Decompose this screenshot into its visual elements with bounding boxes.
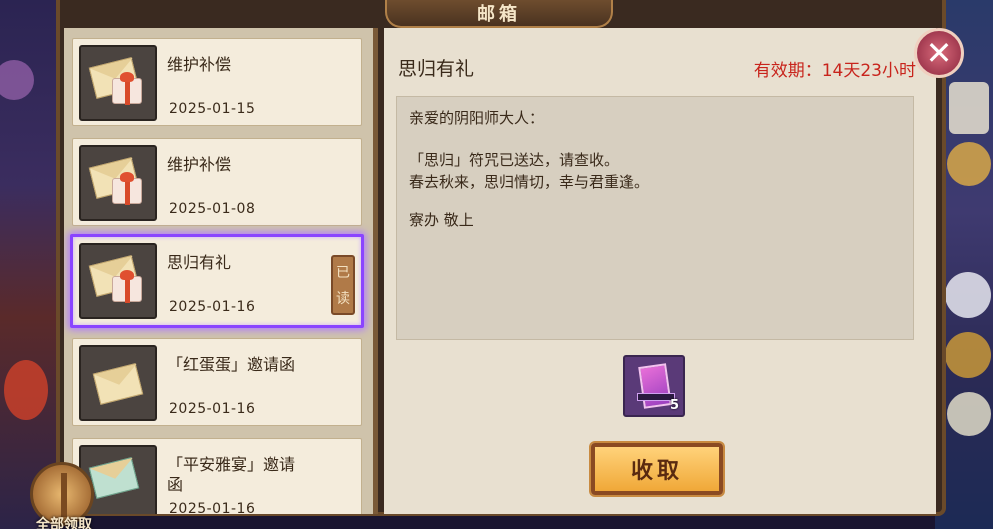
- side-medal-icon[interactable]: [947, 142, 991, 186]
- mail-detail-panel: 思归有礼 有效期：14天23小时 亲爱的阴阳师大人： 「思归」符咒已送达，请查收…: [384, 28, 936, 514]
- reward-item[interactable]: 5: [623, 355, 685, 417]
- mail-title: 维护补偿: [167, 155, 232, 174]
- read-tag: 已 读: [331, 255, 355, 315]
- message-line: 春去秋来，思归情切，幸与君重逢。: [409, 173, 650, 191]
- read-tag-char: 读: [336, 291, 350, 307]
- message-line: 「思归」符咒已送达，请查收。: [409, 151, 620, 169]
- mail-item[interactable]: 「红蛋蛋」邀请函 2025-01-16: [72, 338, 362, 426]
- mail-date: 2025-01-16: [169, 501, 256, 514]
- mail-title: 思归有礼: [167, 253, 232, 272]
- mail-date: 2025-01-16: [169, 299, 256, 315]
- mail-item[interactable]: 维护补偿 2025-01-15: [72, 38, 362, 126]
- mail-title: 「平安雅宴」邀请: [167, 455, 296, 474]
- side-scroll-icon[interactable]: [949, 82, 989, 134]
- mail-date: 2025-01-08: [169, 201, 256, 217]
- close-icon[interactable]: ✕: [914, 28, 964, 78]
- mail-detail-title: 思归有礼: [398, 58, 475, 80]
- gift-mail-icon: [79, 45, 157, 121]
- mail-title: 「红蛋蛋」邀请函: [167, 355, 296, 374]
- validity-period: 有效期：14天23小时: [753, 61, 916, 81]
- mail-item-selected[interactable]: 思归有礼 2025-01-16 已 读: [70, 234, 364, 328]
- mail-message-body: 亲爱的阴阳师大人： 「思归」符咒已送达，请查收。 春去秋来，思归情切，幸与君重逢…: [396, 96, 914, 340]
- mail-item[interactable]: 「平安雅宴」邀请 函 2025-01-16: [72, 438, 362, 514]
- background-left-art: [0, 0, 62, 529]
- message-signature: 寮办 敬上: [409, 211, 474, 229]
- claim-all-button[interactable]: 全部领取: [22, 462, 106, 529]
- mail-item[interactable]: 维护补偿 2025-01-08: [72, 138, 362, 226]
- side-fan-icon[interactable]: [947, 392, 991, 436]
- lantern-decoration-icon: [4, 360, 48, 420]
- gift-mail-icon: [79, 145, 157, 221]
- side-character-icon[interactable]: [945, 272, 991, 318]
- mail-date: 2025-01-15: [169, 101, 256, 117]
- flower-decoration-icon: [0, 60, 34, 100]
- mail-title-continued: 函: [167, 475, 184, 494]
- mail-title: 维护补偿: [167, 55, 232, 74]
- message-greeting: 亲爱的阴阳师大人：: [409, 109, 545, 127]
- read-tag-char: 已: [336, 265, 350, 281]
- claim-button[interactable]: 收取: [591, 443, 723, 495]
- window-title: 邮箱: [477, 4, 521, 25]
- reward-quantity: 5: [669, 398, 679, 413]
- claim-all-label: 全部领取: [36, 517, 92, 529]
- mail-date: 2025-01-16: [169, 401, 256, 417]
- window-title-bar: 邮箱: [385, 0, 613, 28]
- talisman-card-icon: [638, 363, 672, 409]
- side-swirl-icon[interactable]: [945, 332, 991, 378]
- mail-list[interactable]: 维护补偿 2025-01-15 维护补偿 2025-01-08 思归有礼 202…: [64, 28, 378, 514]
- opened-gift-mail-icon: [79, 243, 157, 319]
- invitation-mail-icon: [79, 345, 157, 421]
